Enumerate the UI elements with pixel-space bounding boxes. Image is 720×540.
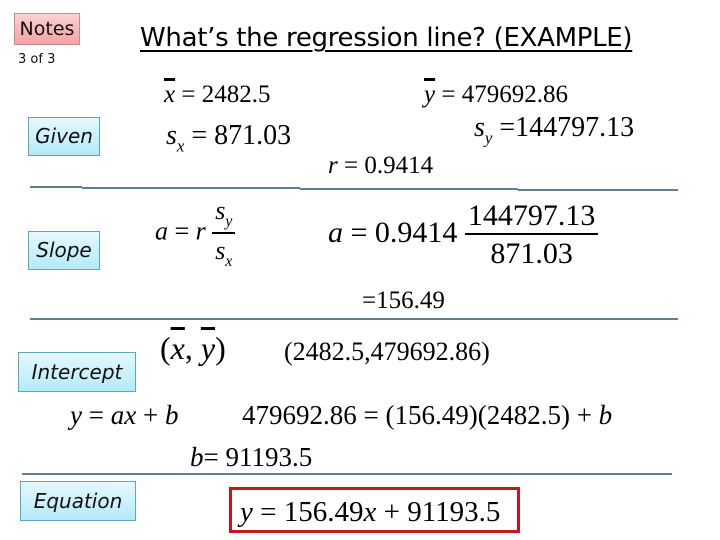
sy-value: 144797.13: [515, 112, 635, 143]
y-var: y: [240, 496, 253, 528]
y-mean-value: 479692.86: [461, 81, 568, 108]
slope-fraction: sy sx: [212, 196, 236, 270]
sx-symbol: s: [166, 120, 177, 151]
sx-value: 871.03: [214, 120, 292, 151]
sx-expression: sx = 871.03: [166, 122, 291, 155]
x-var: x: [124, 400, 137, 430]
equals-sign: =: [181, 81, 202, 108]
slope-coef: r: [195, 216, 206, 246]
y-mean-symbol: y: [200, 330, 216, 366]
equals-sign: =: [191, 120, 215, 151]
comma: ,: [184, 330, 193, 366]
divider-slope: [30, 318, 678, 320]
x-mean-value: 2482.5: [201, 81, 271, 108]
equals-sign: =: [88, 400, 104, 430]
equals-sign: =: [343, 152, 365, 179]
sy-subscript: y: [484, 128, 493, 148]
equals-sign: =: [350, 215, 375, 249]
b-var: b: [164, 400, 179, 430]
fraction-denominator: 871.03: [490, 237, 573, 270]
r-expression: r = 0.9414: [328, 153, 433, 178]
equals-sign: =: [441, 81, 462, 108]
notes-badge: Notes: [14, 13, 80, 45]
b-var: b: [598, 400, 613, 430]
slope-result: =156.49: [362, 287, 445, 314]
r-symbol: r: [328, 152, 338, 179]
final-equation: y = 156.49x + 91193.5: [240, 498, 500, 527]
line-form: y = ax + b: [70, 402, 178, 429]
a-var: a: [110, 400, 125, 430]
slope-lhs: a: [328, 215, 343, 249]
slope-formula: a = r sy sx: [155, 196, 236, 270]
sy-symbol: s: [474, 112, 485, 143]
slope-lhs: a: [155, 216, 168, 246]
slope-term: = 156.49: [252, 496, 364, 528]
divider-intercept: [22, 473, 672, 475]
paren-open: (: [160, 330, 171, 366]
x-var: x: [363, 496, 377, 528]
plus-sign: +: [142, 400, 159, 430]
equals-sign: =: [174, 216, 196, 246]
sx-symbol: s: [215, 235, 226, 265]
mean-point-values: (2482.5,479692.86): [284, 337, 490, 366]
final-equation-box: y = 156.49x + 91193.5: [229, 487, 520, 533]
fraction-numerator: 144797.13: [464, 201, 599, 235]
divider-given-3: [300, 188, 518, 190]
paren-close: ): [215, 330, 226, 366]
fraction-numerator: sy: [212, 196, 236, 234]
y-var: y: [70, 400, 82, 430]
intercept-term: + 91193.5: [376, 496, 501, 528]
section-label-given: Given: [28, 117, 100, 156]
y-mean-expression: y = 479692.86: [424, 82, 568, 107]
divider-given-2: [82, 187, 300, 189]
intercept-substitution: 479692.86 = (156.49)(2482.5) + b: [242, 402, 612, 429]
slope-value-fraction: 144797.13 871.03: [464, 201, 599, 270]
x-mean-symbol: x: [170, 330, 185, 366]
sx-subscript: x: [176, 136, 185, 156]
intercept-value: = 91193.5: [203, 442, 313, 472]
section-label-equation: Equation: [20, 481, 136, 521]
divider-given-4: [518, 189, 678, 191]
substitution-text: 479692.86 = (156.49)(2482.5) +: [242, 400, 599, 430]
page-title: What’s the regression line? (EXAMPLE): [140, 23, 633, 53]
intercept-result: b= 91193.5: [190, 444, 312, 471]
divider-given-1: [30, 186, 82, 188]
sx-subscript: x: [225, 252, 233, 270]
sy-subscript: y: [225, 213, 233, 231]
page-indicator: 3 of 3: [18, 52, 56, 67]
b-var: b: [190, 442, 204, 472]
x-mean-expression: x = 2482.5: [164, 82, 270, 107]
section-label-slope: Slope: [28, 231, 100, 270]
section-label-intercept: Intercept: [18, 352, 136, 392]
r-value: 0.9414: [364, 152, 434, 179]
equals-sign: =: [499, 112, 516, 143]
slope-substitution: a = 0.9414 144797.13 871.03: [328, 201, 599, 270]
slope-coef-value: 0.9414: [374, 215, 458, 249]
x-mean-symbol: x: [164, 81, 176, 108]
y-mean-symbol: y: [424, 81, 436, 108]
sy-symbol: s: [215, 196, 226, 225]
sy-expression: sy =144797.13: [474, 114, 634, 147]
fraction-denominator: sx: [212, 234, 235, 270]
mean-point-symbol: (x, y): [160, 332, 226, 364]
